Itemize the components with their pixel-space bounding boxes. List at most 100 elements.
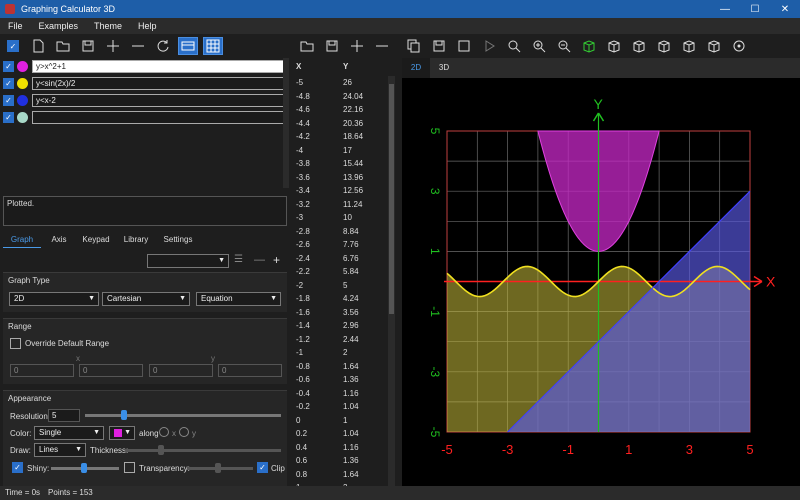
table-cell-x[interactable]: 0.6 — [293, 454, 340, 468]
transparency-checkbox[interactable] — [124, 462, 135, 473]
view-cube-green-button[interactable] — [579, 37, 599, 55]
graph-canvas[interactable]: X Y -5 -3 -1 1 3 5 5 3 1 -1 -3 -5 — [402, 78, 800, 486]
table-cell-y[interactable]: 10 — [340, 211, 387, 225]
table-cell-y[interactable]: 1.04 — [340, 427, 387, 441]
table-cell-x[interactable]: -2.4 — [293, 252, 340, 266]
view-cube-top-button[interactable] — [654, 37, 674, 55]
thickness-slider[interactable] — [125, 449, 281, 452]
range-x-max-input[interactable]: 0 — [79, 364, 143, 377]
column-header-y[interactable]: Y — [340, 60, 387, 74]
dimension-select[interactable]: 2D ▼ — [9, 292, 99, 306]
rotate-button[interactable] — [729, 37, 749, 55]
range-y-max-input[interactable]: 0 — [218, 364, 282, 377]
open-button[interactable] — [53, 37, 73, 55]
zoom-button[interactable] — [504, 37, 524, 55]
resolution-input[interactable]: 5 — [48, 409, 80, 422]
table-row[interactable]: 0.6 1.36 — [293, 454, 388, 468]
table-save-button[interactable] — [322, 37, 342, 55]
table-open-button[interactable] — [297, 37, 317, 55]
table-cell-y[interactable]: 2 — [340, 346, 387, 360]
table-cell-x[interactable]: 0.8 — [293, 468, 340, 482]
along-x-radio[interactable] — [159, 427, 169, 437]
table-cell-y[interactable]: 12.56 — [340, 184, 387, 198]
table-cell-x[interactable]: -1.2 — [293, 333, 340, 347]
table-cell-x[interactable]: -1.4 — [293, 319, 340, 333]
table-row[interactable]: -4.2 18.64 — [293, 130, 388, 144]
menu-examples[interactable]: Examples — [31, 21, 87, 31]
function-input[interactable]: y<sin(2x)/2 — [32, 76, 285, 90]
table-row[interactable]: -4.6 22.16 — [293, 103, 388, 117]
table-scrollbar-thumb[interactable] — [389, 84, 394, 314]
override-range-checkbox[interactable] — [10, 338, 21, 349]
draw-mode-select[interactable]: Lines ▼ — [34, 443, 86, 457]
table-row[interactable]: -2.2 5.84 — [293, 265, 388, 279]
function-enable-checkbox[interactable]: ✓ — [3, 94, 14, 106]
range-x-min-input[interactable]: 0 — [10, 364, 74, 377]
table-add-button[interactable] — [347, 37, 367, 55]
table-cell-x[interactable]: -1.6 — [293, 306, 340, 320]
table-cell-y[interactable]: 1.36 — [340, 373, 387, 387]
table-cell-y[interactable]: 1.64 — [340, 468, 387, 482]
table-row[interactable]: -1.8 4.24 — [293, 292, 388, 306]
table-row[interactable]: -0.8 1.64 — [293, 360, 388, 374]
tab-2d[interactable]: 2D — [402, 58, 430, 78]
function-input[interactable]: y>x^2+1 — [32, 59, 285, 73]
function-color-swatch[interactable] — [17, 111, 28, 123]
table-cell-x[interactable]: -0.2 — [293, 400, 340, 414]
table-row[interactable]: -1.4 2.96 — [293, 319, 388, 333]
shiny-checkbox[interactable]: ✓ — [12, 462, 23, 473]
table-cell-x[interactable]: -3.4 — [293, 184, 340, 198]
coordinate-select[interactable]: Cartesian ▼ — [102, 292, 190, 306]
table-cell-x[interactable]: -2.6 — [293, 238, 340, 252]
zoom-in-button[interactable] — [529, 37, 549, 55]
table-cell-y[interactable]: 7.76 — [340, 238, 387, 252]
table-cell-y[interactable]: 17 — [340, 144, 387, 158]
new-button[interactable] — [28, 37, 48, 55]
table-cell-y[interactable]: 24.04 — [340, 90, 387, 104]
refresh-button[interactable] — [153, 37, 173, 55]
table-cell-x[interactable]: -3.2 — [293, 198, 340, 212]
menu-theme[interactable]: Theme — [86, 21, 130, 31]
table-cell-y[interactable]: 3.56 — [340, 306, 387, 320]
table-cell-y[interactable]: 1.64 — [340, 360, 387, 374]
table-row[interactable]: 01 — [293, 414, 388, 428]
table-cell-x[interactable]: -2 — [293, 279, 340, 293]
table-row[interactable]: -2.6 7.76 — [293, 238, 388, 252]
remove-button[interactable] — [128, 37, 148, 55]
color-mode-select[interactable]: Single ▼ — [34, 426, 104, 440]
zoom-out-button[interactable] — [554, 37, 574, 55]
view-cube-side-button[interactable] — [629, 37, 649, 55]
table-cell-x[interactable]: -4 — [293, 144, 340, 158]
table-cell-y[interactable]: 1.04 — [340, 400, 387, 414]
tab-settings[interactable]: Settings — [157, 232, 199, 248]
table-cell-x[interactable]: -2.2 — [293, 265, 340, 279]
table-cell-x[interactable]: -4.4 — [293, 117, 340, 131]
table-row[interactable]: -1 2 — [293, 346, 388, 360]
table-cell-y[interactable]: 1.16 — [340, 441, 387, 455]
tab-graph[interactable]: Graph — [3, 232, 41, 248]
table-cell-x[interactable]: -1 — [293, 346, 340, 360]
resolution-slider[interactable] — [85, 414, 281, 417]
table-cell-x[interactable]: -2.8 — [293, 225, 340, 239]
view-cube-front-button[interactable] — [604, 37, 624, 55]
preset-remove-button[interactable]: — — [254, 254, 265, 266]
table-row[interactable]: -5 26 — [293, 76, 388, 90]
table-row[interactable]: -0.2 1.04 — [293, 400, 388, 414]
view-cube-iso-button[interactable] — [679, 37, 699, 55]
function-input[interactable]: y<x-2 — [32, 93, 285, 107]
table-cell-y[interactable]: 8.84 — [340, 225, 387, 239]
table-remove-button[interactable] — [372, 37, 392, 55]
shiny-slider-knob[interactable] — [81, 463, 87, 473]
table-row[interactable]: -3.2 11.24 — [293, 198, 388, 212]
table-cell-x[interactable]: -0.4 — [293, 387, 340, 401]
table-cell-x[interactable]: -4.6 — [293, 103, 340, 117]
function-list-scrollbar[interactable] — [283, 58, 289, 188]
table-cell-x[interactable]: -3.6 — [293, 171, 340, 185]
table-row[interactable]: 0.8 1.64 — [293, 468, 388, 482]
copy-button[interactable] — [404, 37, 424, 55]
table-row[interactable]: -3 10 — [293, 211, 388, 225]
function-input[interactable] — [32, 110, 285, 124]
preset-add-button[interactable]: + — [273, 253, 280, 267]
table-row[interactable]: 0.4 1.16 — [293, 441, 388, 455]
table-cell-y[interactable]: 1.36 — [340, 454, 387, 468]
